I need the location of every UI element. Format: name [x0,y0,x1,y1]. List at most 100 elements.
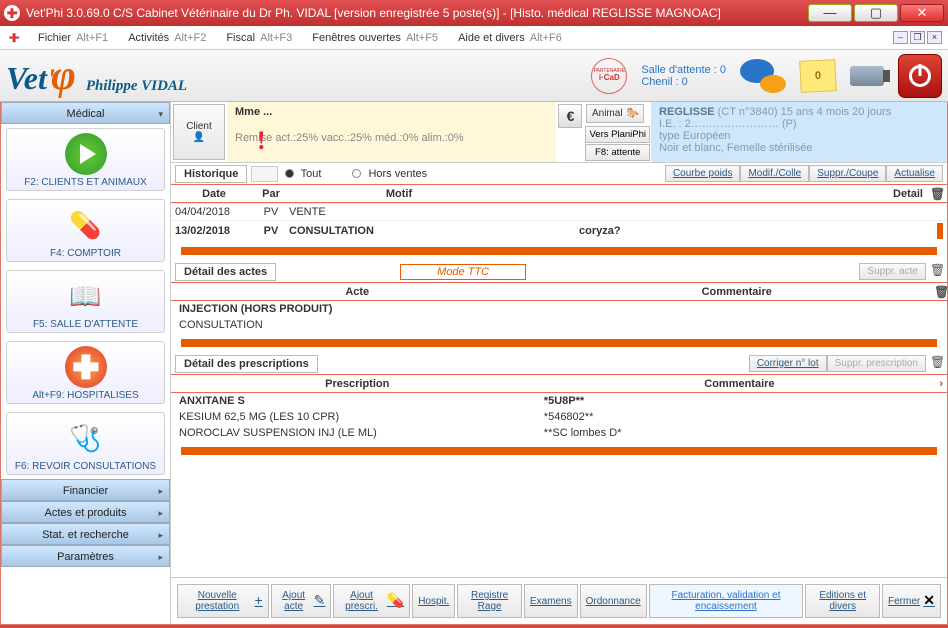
animal-button[interactable]: Animal🐎 [586,104,644,123]
play-icon [65,133,107,175]
suppr-acte-button: Suppr. acte [859,263,926,280]
ajout-acte-button[interactable]: Ajout acte✎ [271,584,332,618]
app-menu-icon[interactable] [6,30,22,46]
separator-bar [181,247,937,255]
power-button[interactable] [898,54,942,98]
presc-row[interactable]: ANXITANE S*5U8P** [171,393,947,409]
sidebar-revoir-consult[interactable]: F6: REVOIR CONSULTATIONS [6,412,165,475]
main-panel: Client👤 Mme ... Remise act.:25% vacc.:25… [171,102,947,624]
sticky-notes-icon[interactable]: 0 [799,59,837,93]
ajout-prescription-button[interactable]: Ajout prescri.💊 [333,584,410,618]
animal-info-box: REGLISSE (CT n°3840) 15 ans 4 mois 20 jo… [651,102,947,162]
icad-partner-badge[interactable]: PARTENAIRE i·CaD [591,58,627,94]
examens-button[interactable]: Examens [524,584,578,618]
presc-columns: Prescription Commentaire › [171,375,947,393]
planiphi-button[interactable]: Vers PlaniPhi [585,126,650,143]
bottom-toolbar: Nouvelle prestation+ Ajout acte✎ Ajout p… [171,577,947,624]
mode-ttc-tab[interactable]: Mode TTC [400,264,526,280]
sidebar-section-params[interactable]: Paramètres [1,545,170,567]
window-titlebar: Vet'Phi 3.0.69.0 C/S Cabinet Vétérinaire… [0,0,948,26]
menu-fiscal[interactable]: Fiscal Alt+F3 [216,32,302,44]
history-row[interactable]: 04/04/2018 PV VENTE [171,203,947,220]
animal-type: type Européen [659,130,939,142]
menu-fichier[interactable]: Fichier Alt+F1 [28,32,118,44]
status-counters[interactable]: Salle d'attente : 0 Chenil : 0 [641,64,726,88]
chevron-right-icon[interactable]: › [935,378,947,390]
presc-header: Détail des prescriptions Corriger n° lot… [171,353,947,375]
history-columns: Date Par Motif Detail [171,185,947,203]
act-row[interactable]: CONSULTATION [171,317,947,333]
maximize-button[interactable]: ▢ [854,4,898,22]
horse-icon: 🐎 [627,108,639,119]
person-icon: 👤 [193,132,205,143]
trash-icon[interactable] [930,355,943,368]
trash-icon[interactable] [930,187,943,200]
current-user: Philippe VIDAL [86,78,187,95]
courbe-poids-button[interactable]: Courbe poids [665,165,740,182]
history-row-selected[interactable]: 13/02/2018 PV CONSULTATION coryza? [171,220,947,241]
mdi-minimize-icon[interactable]: – [893,31,908,44]
menu-fenetres[interactable]: Fenêtres ouvertes Alt+F5 [302,32,448,44]
sidebar-clients-animaux[interactable]: F2: CLIENTS ET ANIMAUX [6,128,165,191]
window-title: Vet'Phi 3.0.69.0 C/S Cabinet Vétérinaire… [26,6,721,20]
hospital-cross-icon [65,346,107,388]
radio-tout[interactable] [285,169,294,178]
usb-device-icon[interactable] [850,66,884,86]
facturation-button[interactable]: Facturation, validation et encaissement [649,584,804,618]
minimize-button[interactable]: — [808,4,852,22]
act-row[interactable]: INJECTION (HORS PRODUIT) [171,301,947,317]
radio-hors-ventes[interactable] [352,169,361,178]
mdi-close-icon[interactable]: × [927,31,942,44]
pencil-icon: ✎ [314,593,326,608]
animal-desc: Noir et blanc, Femelle stérilisée [659,142,939,154]
nouvelle-prestation-button[interactable]: Nouvelle prestation+ [177,584,269,618]
corriger-lot-button[interactable]: Corriger n° lot [749,355,827,372]
suppr-coupe-button[interactable]: Suppr./Coupe [809,165,886,182]
book-icon [65,275,107,317]
actualise-button[interactable]: Actualise [886,165,943,182]
client-button[interactable]: Client👤 [173,104,225,160]
app-logo: Vet'φ [6,52,76,100]
selection-marker [937,223,943,239]
client-discount: Remise act.:25% vacc.:25% méd.:0% alim.:… [235,132,548,144]
chat-icon[interactable] [740,59,786,93]
menubar: Fichier Alt+F1 Activités Alt+F2 Fiscal A… [0,26,948,50]
animal-id: I.E. : 2…………………… (P) [659,118,939,130]
pill-icon: 💊 [387,593,404,608]
acts-columns: Acte Commentaire [171,283,947,301]
fermer-button[interactable]: Fermer✕ [882,584,941,618]
history-header: Historique Tout Hors ventes Courbe poids… [171,163,947,185]
modif-colle-button[interactable]: Modif./Colle [740,165,809,182]
sidebar: Médical F2: CLIENTS ET ANIMAUX F4: COMPT… [1,102,171,624]
editions-button[interactable]: Editions et divers [805,584,880,618]
sidebar-section-actes[interactable]: Actes et produits [1,501,170,523]
history-label: Historique [175,165,247,183]
window-controls: — ▢ ✕ [808,4,944,22]
sidebar-hospitalises[interactable]: Alt+F9: HOSPITALISES [6,341,165,404]
menu-activites[interactable]: Activités Alt+F2 [118,32,216,44]
sidebar-section-medical[interactable]: Médical [1,102,170,124]
trash-icon[interactable] [934,285,947,298]
suppr-presc-button: Suppr. prescription [827,355,926,372]
trash-icon[interactable] [930,263,943,276]
presc-row[interactable]: KESIUM 62,5 MG (LES 10 CPR)*546802** [171,409,947,425]
close-button[interactable]: ✕ [900,4,944,22]
mdi-restore-icon[interactable]: ❐ [910,31,925,44]
sidebar-salle-attente[interactable]: F5: SALLE D'ATTENTE [6,270,165,333]
f8-attente-button[interactable]: F8: attente [585,144,650,161]
presc-row[interactable]: NOROCLAV SUSPENSION INJ (LE ML)**SC lomb… [171,425,947,441]
sidebar-section-financier[interactable]: Financier [1,479,170,501]
euro-button[interactable]: € [558,104,582,128]
menu-aide[interactable]: Aide et divers Alt+F6 [448,32,572,44]
toolbar: Vet'φ Philippe VIDAL PARTENAIRE i·CaD Sa… [0,50,948,102]
registre-rage-button[interactable]: Registre Rage [457,584,522,618]
animal-name: REGLISSE [659,106,715,118]
hospit-button[interactable]: Hospit. [412,584,455,618]
ordonnance-button[interactable]: Ordonnance [580,584,647,618]
acts-header: Détail des actes Mode TTC Suppr. acte [171,261,947,283]
history-search-field[interactable] [251,166,277,182]
sidebar-comptoir[interactable]: F4: COMPTOIR [6,199,165,262]
sidebar-section-stats[interactable]: Stat. et recherche [1,523,170,545]
acts-label: Détail des actes [175,263,276,281]
plus-icon: + [254,593,262,608]
